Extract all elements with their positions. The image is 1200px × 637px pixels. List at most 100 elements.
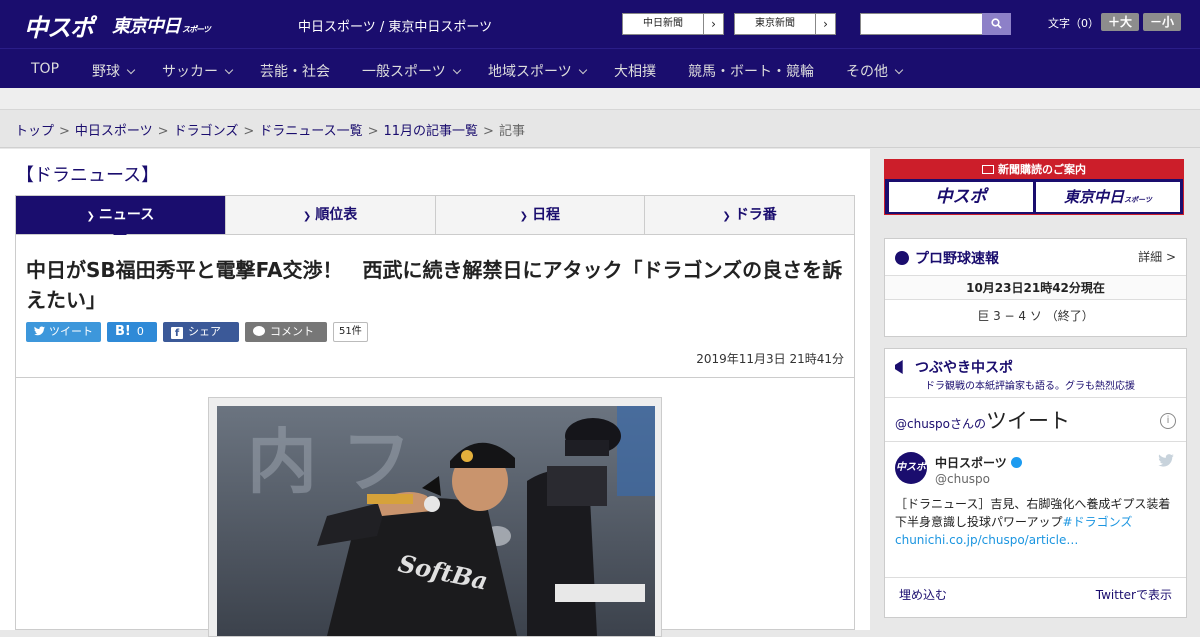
- tokyo-subscribe-logo[interactable]: 東京中日スポーツ: [1036, 182, 1180, 212]
- breadcrumb-separator: >: [483, 124, 494, 139]
- comment-button[interactable]: コメント: [245, 322, 327, 342]
- breadcrumb-separator: >: [243, 124, 255, 139]
- megaphone-icon: [895, 360, 903, 374]
- avatar[interactable]: 中スポ: [895, 452, 927, 484]
- link-label: 中日新聞: [643, 18, 683, 29]
- chuspo-subscribe-logo[interactable]: 中スポ: [889, 182, 1033, 212]
- tweet-author-handle[interactable]: @chuspo: [935, 472, 990, 486]
- top-header: 中スポ 東京中日 スポーツ 中日スポーツ / 東京中日スポーツ 中日新聞 › 東京新…: [0, 0, 1200, 48]
- score-details-link[interactable]: 詳細 >: [1138, 248, 1176, 265]
- tab-standings[interactable]: ❯ 順位表: [226, 196, 436, 234]
- tweet-label: ツイート: [49, 325, 93, 338]
- nav-item-sumo[interactable]: 大相撲: [614, 61, 656, 81]
- tweet-author-name[interactable]: 中日スポーツ: [935, 454, 1022, 471]
- tweet-hashtag[interactable]: #ドラゴンズ: [1063, 515, 1133, 529]
- nav-item-entertainment[interactable]: 芸能・社会: [260, 61, 330, 81]
- score-title-text: プロ野球速報: [915, 251, 999, 267]
- chevron-right-icon: ›: [703, 14, 723, 34]
- game-score[interactable]: 巨 3 − 4 ソ （終了）: [885, 307, 1186, 324]
- subscription-heading-text: 新聞購読のご案内: [998, 163, 1086, 176]
- search-input[interactable]: [860, 13, 983, 35]
- nav-label: 競馬・ボート・競輪: [688, 64, 814, 80]
- tokyo-logo-text: 東京中日: [1064, 188, 1125, 206]
- sidebar: 新聞購読のご案内 中スポ 東京中日スポーツ プロ野球速報 詳細 > 10月23日…: [870, 149, 1200, 630]
- tokyo-logo-sub: スポーツ: [182, 25, 211, 34]
- author-name-text: 中日スポーツ: [935, 456, 1007, 470]
- search-button[interactable]: [982, 13, 1011, 35]
- chevron-down-icon: [894, 65, 904, 75]
- chevron-down-icon: [224, 65, 234, 75]
- tab-dora-ban[interactable]: ❯ ドラ番: [645, 196, 854, 234]
- tab-label: ニュース: [98, 207, 155, 223]
- breadcrumb-separator: >: [367, 124, 379, 139]
- site-title: 中日スポーツ / 東京中日スポーツ: [298, 20, 493, 35]
- main-content: 【ドラニュース】 ❯ ニュース ❯ 順位表 ❯ 日程 ❯ ドラ番 中日がSB福田秀平と電…: [0, 149, 870, 637]
- info-icon[interactable]: i: [1160, 413, 1176, 429]
- verified-badge-icon: [1010, 457, 1022, 468]
- tab-label: 日程: [532, 207, 561, 223]
- hatena-bookmark-button[interactable]: B! 0: [107, 322, 157, 342]
- nav-label: 地域スポーツ: [488, 64, 572, 80]
- chevron-down-icon: [452, 65, 461, 75]
- tab-news[interactable]: ❯ ニュース: [16, 196, 226, 241]
- nav-item-other[interactable]: その他: [846, 61, 904, 81]
- header-spacer: [0, 88, 1200, 110]
- chevron-right-icon: ❯: [722, 211, 731, 222]
- facebook-share-button[interactable]: f シェア 3: [163, 322, 239, 358]
- score-timestamp: 10月23日21時42分現在: [885, 275, 1186, 300]
- nav-item-top[interactable]: TOP: [31, 61, 59, 77]
- twitter-bird-icon: [34, 326, 45, 336]
- svg-text:内 フ: 内 フ: [247, 421, 411, 503]
- widget-title: つぶやき中スポ: [895, 357, 1013, 377]
- tokyo-logo-sub: スポーツ: [1124, 196, 1152, 204]
- score-title: プロ野球速報: [895, 248, 999, 268]
- tab-label: 順位表: [315, 207, 358, 223]
- font-smaller-button[interactable]: －小: [1143, 13, 1181, 31]
- section-tabs: ❯ ニュース ❯ 順位表 ❯ 日程 ❯ ドラ番: [15, 195, 855, 241]
- nav-item-regional-sports[interactable]: 地域スポーツ: [488, 61, 587, 81]
- comment-count-badge[interactable]: 51件: [333, 322, 368, 342]
- breadcrumb-dragons[interactable]: ドラゴンズ: [174, 124, 239, 139]
- embed-link[interactable]: 埋め込む: [899, 586, 947, 603]
- chevron-right-icon: ❯: [302, 211, 312, 222]
- view-on-twitter-link[interactable]: Twitterで表示: [1096, 586, 1172, 603]
- baseball-score-box: プロ野球速報 詳細 > 10月23日21時42分現在 巨 3 − 4 ソ （終了…: [884, 238, 1187, 337]
- subscription-heading: 新聞購読のご案内: [885, 160, 1183, 179]
- nav-item-general-sports[interactable]: 一般スポーツ: [362, 61, 461, 81]
- account-label: @chuspoさんの: [895, 417, 987, 431]
- article: 中日がSB福田秀平と電撃FA交渉！ 西武に続き解禁日にアタック「ドラゴンズの良さ…: [15, 235, 855, 637]
- tweet-body: ［ドラニュース］吉見、右脚強化へ養成ギプス装着 下半身意識し投球パワーアップ: [895, 497, 1183, 529]
- nav-label: 一般スポーツ: [362, 64, 446, 80]
- breadcrumb-separator: >: [59, 124, 70, 139]
- twitter-bird-icon[interactable]: [1158, 454, 1174, 471]
- tokyo-chunichi-logo[interactable]: 東京中日 スポーツ: [112, 12, 211, 38]
- tab-schedule[interactable]: ❯ 日程: [436, 196, 646, 234]
- chuspo-logo[interactable]: 中スポ: [24, 8, 94, 43]
- breadcrumb-top[interactable]: トップ: [15, 124, 54, 139]
- tokyo-shimbun-link[interactable]: 東京新聞 ›: [734, 13, 836, 35]
- nav-label: サッカー: [162, 64, 218, 80]
- nav-item-baseball[interactable]: 野球: [92, 61, 136, 81]
- nav-label: 芸能・社会: [260, 64, 330, 80]
- breadcrumb-november[interactable]: 11月の記事一覧: [384, 124, 479, 139]
- nav-item-racing[interactable]: 競馬・ボート・競輪: [688, 61, 814, 81]
- hatena-count: 0: [136, 325, 144, 338]
- nav-item-soccer[interactable]: サッカー: [162, 61, 234, 81]
- breadcrumb-separator: >: [157, 124, 169, 139]
- chunichi-shimbun-link[interactable]: 中日新聞 ›: [622, 13, 724, 35]
- comment-label: コメント: [270, 325, 314, 338]
- breadcrumb-chuspo[interactable]: 中日スポーツ: [75, 124, 153, 139]
- tweet-button[interactable]: ツイート: [26, 322, 101, 342]
- divider: [885, 397, 1186, 398]
- breadcrumb-dora-news[interactable]: ドラニュース一覧: [259, 124, 362, 139]
- hatena-b-icon: B!: [115, 324, 131, 339]
- divider: [885, 577, 1186, 578]
- baseball-player-photo: 内 フ SoftBa: [217, 406, 655, 636]
- chevron-right-icon: ❯: [519, 211, 529, 222]
- font-bigger-button[interactable]: ＋大: [1101, 13, 1139, 31]
- widget-subtitle: ドラ観戦の本紙評論家も語る。グラも熱烈応援: [925, 381, 1135, 392]
- tweet-link[interactable]: chunichi.co.jp/chuspo/article…: [895, 533, 1078, 547]
- subscription-banner[interactable]: 新聞購読のご案内 中スポ 東京中日スポーツ: [884, 159, 1184, 215]
- widget-title-text: つぶやき中スポ: [915, 360, 1013, 376]
- main-nav: TOP 野球 サッカー 芸能・社会 一般スポーツ 地域スポーツ 大相撲 競馬・ボ…: [0, 48, 1200, 88]
